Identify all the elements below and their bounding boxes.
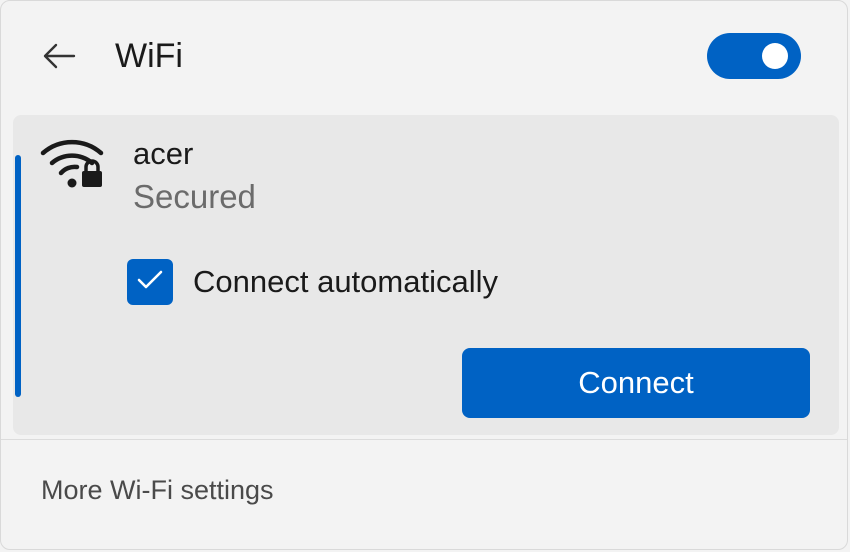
network-name: acer [133,136,194,171]
connect-automatically-label: Connect automatically [193,264,498,299]
wifi-flyout-panel: WiFi acer Secured Connect automatically … [0,0,848,550]
divider [1,439,847,440]
checkmark-icon [137,270,163,295]
selection-indicator [15,155,21,397]
checkbox-box[interactable] [127,259,173,305]
back-button[interactable] [35,37,83,79]
connect-automatically-checkbox[interactable]: Connect automatically [127,259,498,305]
toggle-knob [762,43,788,69]
wifi-header: WiFi [1,1,847,113]
network-item-acer[interactable]: acer Secured Connect automatically Conne… [13,115,839,435]
network-status: Secured [133,178,256,215]
arrow-left-icon [42,43,76,74]
wifi-secured-icon [39,131,109,193]
more-wifi-settings-link[interactable]: More Wi-Fi settings [41,475,274,506]
page-title: WiFi [115,37,183,75]
wifi-toggle[interactable] [707,33,801,79]
connect-button[interactable]: Connect [462,348,810,418]
